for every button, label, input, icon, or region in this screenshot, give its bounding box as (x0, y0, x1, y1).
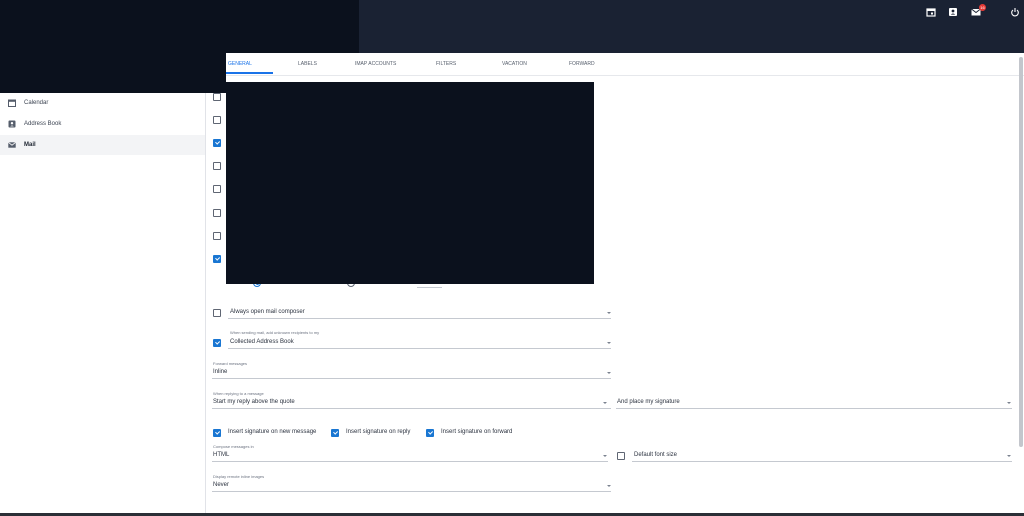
sidebar: Calendar Address Book Mail (0, 93, 206, 516)
reply-position-select[interactable]: Start my reply above the quote (213, 399, 295, 405)
tab-forward[interactable]: FORWARD (569, 53, 595, 75)
setting-checkbox[interactable] (213, 93, 221, 101)
sidebar-item-mail[interactable]: Mail (0, 135, 205, 155)
chevron-down-icon (607, 485, 611, 487)
forward-messages-select[interactable]: Inline (213, 369, 227, 375)
calendar-icon[interactable] (926, 7, 936, 17)
setting-checkbox[interactable] (213, 116, 221, 124)
sig-reply-checkbox[interactable] (331, 429, 339, 437)
collected-address-book-checkbox[interactable] (213, 339, 221, 347)
remote-images-underline (212, 491, 611, 492)
sidebar-item-label: Mail (24, 142, 36, 148)
collected-address-book-label: When sending mail, add unknown recipient… (230, 330, 320, 335)
chevron-down-icon (607, 312, 611, 314)
mail-icon[interactable]: 16 (971, 4, 986, 17)
contacts-icon[interactable] (948, 7, 958, 17)
delay-seconds-input[interactable] (417, 287, 442, 288)
sig-forward-label: Insert signature on forward (441, 429, 513, 435)
setting-checkbox[interactable] (213, 232, 221, 240)
tab-imap-accounts[interactable]: IMAP ACCOUNTS (355, 53, 396, 75)
forward-messages-underline (212, 378, 611, 379)
compose-format-underline (212, 461, 608, 462)
tab-vacation[interactable]: VACATION (502, 53, 527, 75)
redacted-area (0, 0, 359, 53)
scrollbar[interactable] (1019, 57, 1023, 447)
calendar-icon (8, 99, 16, 107)
sig-forward-checkbox[interactable] (426, 429, 434, 437)
chevron-down-icon (603, 402, 607, 404)
chevron-down-icon (607, 372, 611, 374)
setting-checkbox[interactable] (213, 139, 221, 147)
always-open-composer-label: Always open mail composer (230, 309, 305, 315)
sidebar-item-label: Calendar (24, 100, 49, 106)
tab-labels[interactable]: LABELS (298, 53, 317, 75)
reply-position-label: When replying to a message (213, 391, 264, 396)
setting-checkbox[interactable] (213, 209, 221, 217)
chevron-down-icon (1007, 402, 1011, 404)
sig-new-message-checkbox[interactable] (213, 429, 221, 437)
remote-images-select[interactable]: Never (213, 482, 229, 488)
signature-placement-underline (616, 408, 1012, 409)
setting-checkbox[interactable] (213, 255, 221, 263)
divider (228, 318, 611, 319)
redacted-area (0, 53, 226, 93)
sidebar-item-address-book[interactable]: Address Book (0, 114, 205, 134)
signature-placement-select[interactable]: And place my signature (617, 399, 680, 405)
always-open-composer-checkbox[interactable] (213, 309, 221, 317)
chevron-down-icon (607, 342, 611, 344)
chevron-down-icon (1007, 455, 1011, 457)
reply-position-underline (212, 408, 611, 409)
chevron-down-icon (603, 455, 607, 457)
default-font-size-underline (632, 461, 1012, 462)
setting-checkbox[interactable] (213, 162, 221, 170)
tab-filters[interactable]: FILTERS (436, 53, 456, 75)
sig-reply-label: Insert signature on reply (346, 429, 411, 435)
compose-format-label: Compose messages in (213, 444, 254, 449)
default-font-size-checkbox[interactable] (617, 452, 625, 460)
mail-icon (8, 141, 16, 149)
collected-address-book-select[interactable]: Collected Address Book (230, 339, 294, 345)
active-tab-indicator (226, 72, 273, 74)
unread-badge: 16 (979, 4, 986, 11)
forward-messages-label: Forward messages (213, 361, 248, 366)
default-font-size-select[interactable]: Default font size (634, 452, 677, 458)
setting-checkbox[interactable] (213, 185, 221, 193)
sig-new-message-label: Insert signature on new message (228, 429, 317, 435)
compose-format-select[interactable]: HTML (213, 452, 229, 458)
power-icon[interactable] (1010, 7, 1020, 17)
sidebar-item-label: Address Book (24, 121, 62, 127)
collected-address-book-underline (228, 348, 611, 349)
remote-images-label: Display remote inline images (213, 474, 265, 479)
sidebar-item-calendar[interactable]: Calendar (0, 93, 205, 113)
settings-tabs: GENERAL LABELS IMAP ACCOUNTS FILTERS VAC… (226, 53, 1024, 76)
redacted-area (226, 82, 594, 284)
contacts-icon (8, 120, 16, 128)
